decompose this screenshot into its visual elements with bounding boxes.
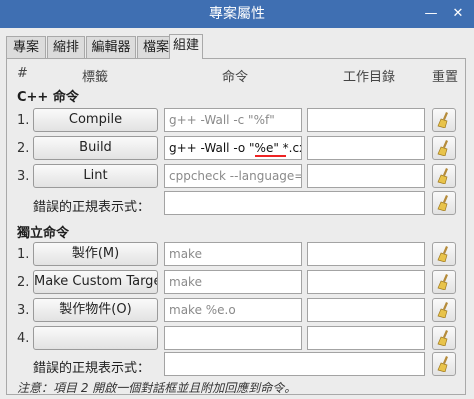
tab-project[interactable]: 專案	[6, 36, 46, 58]
indep-regex-label: 錯誤的正規表示式：	[33, 361, 151, 376]
row-number: 1.	[17, 247, 30, 262]
row-number: 2.	[17, 141, 30, 156]
reset-button[interactable]	[432, 326, 456, 350]
column-header-workdir: 工作目錄	[343, 70, 396, 85]
note-text: 注意：項目 2 開啟一個對話框並且附加回應到命令。	[17, 381, 297, 395]
indep-command-field-4[interactable]	[164, 326, 302, 350]
reset-button[interactable]	[432, 352, 456, 376]
indep-command-field-1[interactable]: make	[164, 242, 302, 266]
window-title: 專案屬性	[209, 6, 265, 22]
reset-button[interactable]	[432, 298, 456, 322]
reset-button[interactable]	[432, 164, 456, 188]
tab-editor[interactable]: 編輯器	[86, 36, 136, 58]
indep-workdir-field-3[interactable]	[307, 298, 425, 322]
cpp-workdir-field-1[interactable]	[307, 108, 425, 132]
indep-workdir-field-2[interactable]	[307, 270, 425, 294]
minimize-icon[interactable]: —	[423, 6, 439, 22]
row-number: 4.	[17, 331, 30, 346]
cpp-label-button-1[interactable]: Compile	[33, 108, 158, 132]
column-header-label: 標籤	[82, 70, 109, 85]
cpp-workdir-field-3[interactable]	[307, 164, 425, 188]
indep-label-button-3[interactable]: 製作物件(O)	[33, 298, 158, 322]
indep-command-field-2[interactable]: make	[164, 270, 302, 294]
cpp-regex-label: 錯誤的正規表示式：	[33, 200, 151, 215]
column-header-reset: 重置	[432, 70, 459, 85]
reset-button[interactable]	[432, 191, 456, 215]
indep-regex-field[interactable]	[164, 352, 425, 376]
row-number: 3.	[17, 169, 30, 184]
annotation-underline	[255, 155, 286, 157]
reset-button[interactable]	[432, 270, 456, 294]
row-number: 2.	[17, 275, 30, 290]
indep-workdir-field-4[interactable]	[307, 326, 425, 350]
indep-label-button-4[interactable]	[33, 326, 158, 350]
cpp-command-field-3[interactable]: cppcheck --language=c++	[164, 164, 302, 188]
indep-label-button-2[interactable]: Make Custom Target...	[33, 270, 158, 294]
indep-command-field-3[interactable]: make %e.o	[164, 298, 302, 322]
cpp-label-button-2[interactable]: Build	[33, 136, 158, 160]
row-number: 1.	[17, 113, 30, 128]
cpp-command-field-1[interactable]: g++ -Wall -c "%f"	[164, 108, 302, 132]
reset-button[interactable]	[432, 242, 456, 266]
close-icon[interactable]: ✕	[450, 6, 466, 22]
cpp-label-button-3[interactable]: Lint	[33, 164, 158, 188]
reset-button[interactable]	[432, 108, 456, 132]
indep-workdir-field-1[interactable]	[307, 242, 425, 266]
title-bar: 專案屬性 — ✕	[0, 0, 474, 28]
reset-button[interactable]	[432, 136, 456, 160]
section-heading-cpp: C++ 命令	[17, 90, 79, 105]
section-heading-independent: 獨立命令	[17, 226, 70, 241]
cpp-workdir-field-2[interactable]	[307, 136, 425, 160]
column-header-num: #	[17, 66, 28, 81]
tab-indent[interactable]: 縮排	[47, 36, 85, 58]
row-number: 3.	[17, 303, 30, 318]
indep-label-button-1[interactable]: 製作(M)	[33, 242, 158, 266]
column-header-command: 命令	[222, 70, 249, 85]
tab-build[interactable]: 組建	[169, 34, 203, 59]
cpp-regex-field[interactable]	[164, 191, 425, 215]
